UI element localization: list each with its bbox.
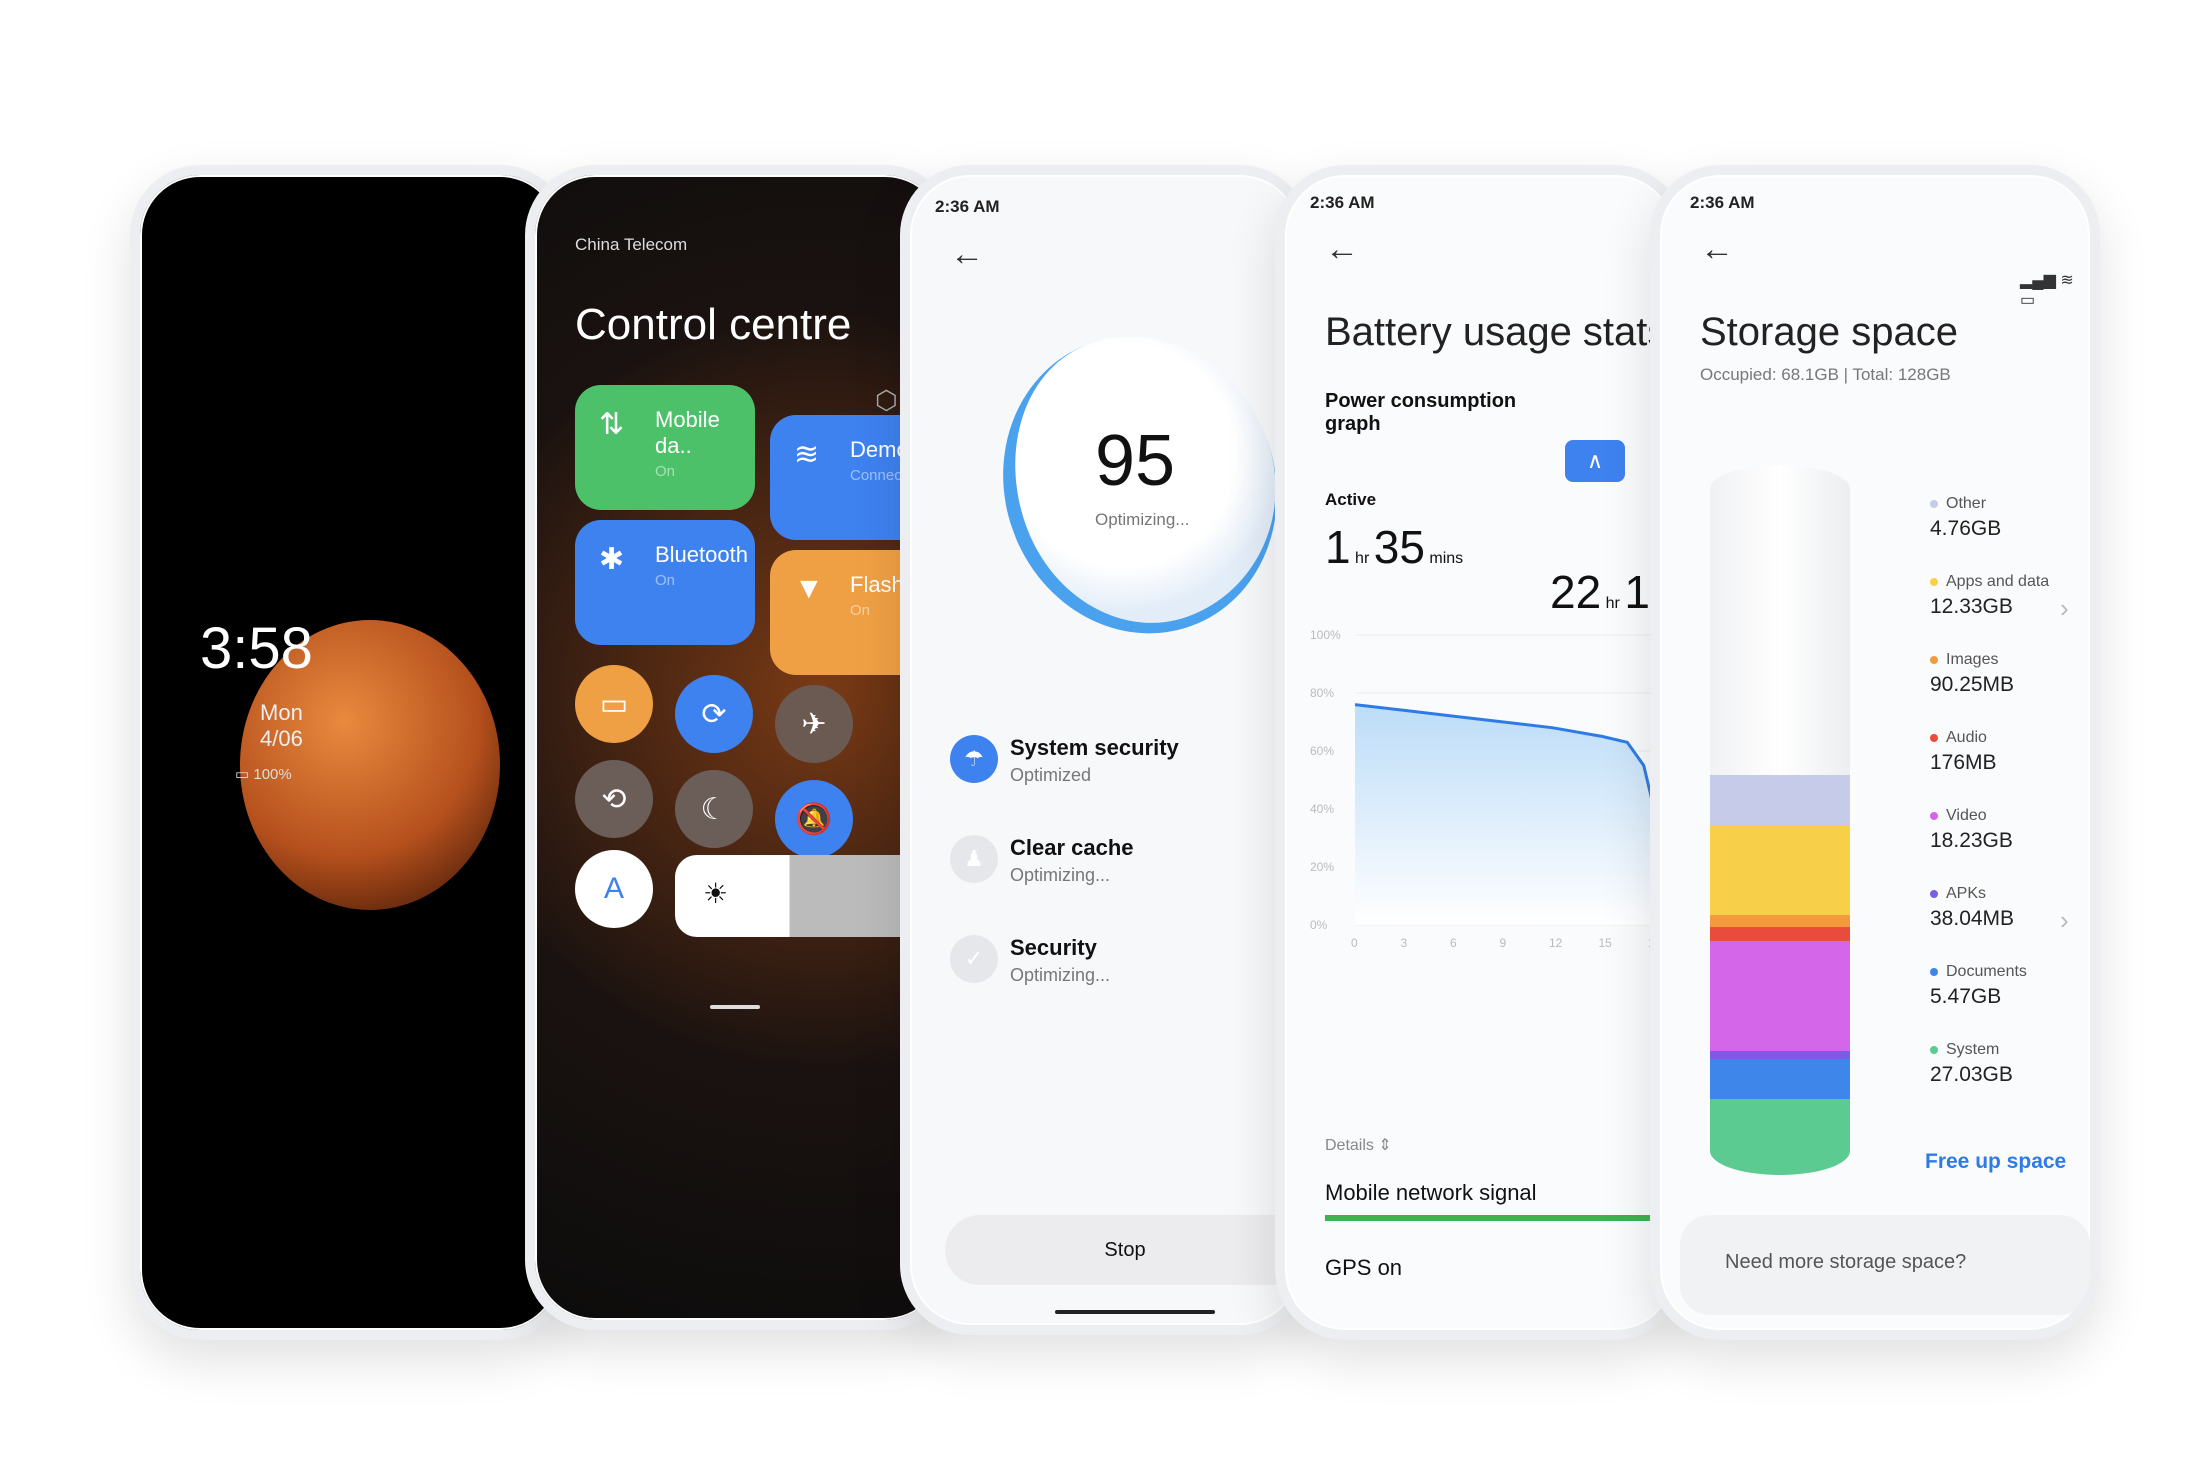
x-tick-label: 6 [1450, 936, 1457, 950]
back-arrow-icon[interactable]: ← [950, 235, 984, 274]
storage-summary: Occupied: 68.1GB | Total: 128GB [1700, 365, 1951, 384]
back-arrow-icon[interactable]: ← [1700, 230, 1734, 269]
x-tick-label: 15 [1599, 936, 1613, 950]
settings-icon[interactable]: ⬡ [875, 385, 898, 416]
sync-icon: ⟳ [701, 697, 727, 731]
battery-chart: 100%80%60%40%20%0%0369121518 [1310, 628, 1675, 950]
x-tick-label: 12 [1549, 936, 1563, 950]
storage-segment [1710, 775, 1850, 825]
storage-category-apks[interactable]: APKs 38.04MB [1930, 885, 2014, 931]
active-label: Active [1325, 490, 1377, 509]
y-tick-label: 40% [1310, 802, 1334, 816]
status-time: 2:36 AM [1310, 193, 1375, 212]
y-tick-label: 20% [1310, 860, 1334, 874]
lock-battery: 100% [253, 766, 292, 783]
lock-day: Mon [260, 700, 303, 725]
status-icons: ▂▄▆ ≋ ▭ [2020, 272, 2074, 309]
y-tick-label: 60% [1310, 744, 1334, 758]
storage-category-video[interactable]: Video 18.23GB [1930, 807, 2013, 853]
curve-icon: ∧ [1586, 448, 1604, 473]
brightness-slider[interactable]: ☀ [675, 855, 935, 937]
storage-category-system[interactable]: System 27.03GB [1930, 1041, 2013, 1087]
wifi-icon: ≋ [794, 438, 820, 471]
free-up-space-link[interactable]: Free up space [1925, 1150, 2066, 1174]
y-tick-label: 80% [1310, 686, 1334, 700]
scan-item: ✓ Security Optimizing... [950, 935, 1110, 986]
need-more-storage-banner[interactable]: Need more storage space? [1680, 1215, 2090, 1315]
storage-cylinder [1710, 465, 1850, 1175]
y-tick-label: 100% [1310, 628, 1341, 642]
page-title: Battery usage stats [1325, 310, 1668, 354]
scan-item: ♟ Clear cache Optimizing... [950, 835, 1134, 886]
signal-bar [1325, 1215, 1665, 1221]
bluetooth-icon: ✱ [599, 543, 625, 576]
storage-segment [1710, 915, 1850, 927]
security-scan-phone: 2:36 AM ← 95 Optimizing... ☂ System secur… [900, 165, 1310, 1335]
x-tick-label: 9 [1500, 936, 1507, 950]
tile-mobile-data[interactable]: ⇅ Mobile da.. On [575, 385, 755, 510]
scan-item: ☂ System security Optimized [950, 735, 1179, 786]
graph-toggle-button[interactable]: ∧ [1565, 440, 1625, 482]
sun-icon: ☀ [703, 878, 729, 909]
auto-brightness-button[interactable]: A [575, 850, 653, 928]
dark-mode-toggle[interactable]: ☾ [675, 770, 753, 848]
shield-icon: ✓ [950, 935, 998, 983]
sync-toggle[interactable]: ⟳ [675, 675, 753, 753]
y-tick-label: 0% [1310, 918, 1328, 932]
storage-category-documents[interactable]: Documents 5.47GB [1930, 963, 2027, 1009]
x-tick-label: 0 [1351, 936, 1358, 950]
lock-date: 4/06 [260, 726, 303, 751]
storage-category-audio[interactable]: Audio 176MB [1930, 729, 1997, 775]
lockscreen-phone: 3:58 Mon 4/06 ▭ 100% [130, 165, 570, 1340]
lock-time: 3:58 [200, 616, 313, 681]
score-value: 95 [1095, 421, 1176, 501]
signal-label: Mobile network signal [1325, 1180, 1537, 1205]
storage-segment [1710, 941, 1850, 1051]
storage-segment [1710, 1051, 1850, 1059]
x-tick-label: 3 [1401, 936, 1408, 950]
control-centre-title: Control centre [575, 300, 852, 349]
umbrella-icon: ☂ [950, 735, 998, 783]
moon-icon: ☾ [700, 792, 728, 826]
storage-category-apps-and-data[interactable]: Apps and data 12.33GB [1930, 573, 2049, 619]
storage-segment [1710, 927, 1850, 941]
storage-category-other[interactable]: Other 4.76GB [1930, 495, 2001, 541]
silent-toggle[interactable]: 🔕 [775, 780, 853, 858]
flashlight-icon: ▼ [794, 572, 824, 605]
battery-icon: ▭ [235, 766, 250, 783]
airplane-icon: ✈ [801, 707, 827, 741]
battery-phone: 2:36 AM ← Battery usage stats Power cons… [1275, 165, 1685, 1340]
status-time: 2:36 AM [935, 197, 1000, 216]
details-toggle[interactable]: Details ⇕ [1325, 1135, 1392, 1155]
tile-bluetooth[interactable]: ✱ Bluetooth On [575, 520, 755, 645]
control-centre-phone: China Telecom Control centre ⬡ ⇅ Mobile d… [525, 165, 955, 1330]
score-status: Optimizing... [1095, 510, 1190, 529]
bell-off-icon: 🔕 [795, 802, 833, 836]
airplane-toggle[interactable]: ✈ [775, 685, 853, 763]
storage-segment [1710, 825, 1850, 915]
back-arrow-icon[interactable]: ← [1325, 230, 1359, 269]
storage-category-images[interactable]: Images 90.25MB [1930, 651, 2014, 697]
broom-icon: ♟ [950, 835, 998, 883]
active-time: 1 hr 35 mins [1325, 521, 1464, 573]
battery-saver-toggle[interactable]: ▭ [575, 665, 653, 743]
carrier-label: China Telecom [575, 235, 688, 254]
gps-label: GPS on [1325, 1255, 1403, 1280]
stop-button[interactable]: Stop [945, 1215, 1300, 1285]
storage-segment [1710, 1059, 1850, 1099]
chevron-right-icon[interactable]: › [2060, 905, 2069, 936]
graph-label: Power consumption graph [1325, 390, 1517, 435]
page-title: Storage space [1700, 310, 1958, 354]
storage-segment [1710, 1099, 1850, 1175]
status-time: 2:36 AM [1690, 193, 1755, 212]
rotation-lock-toggle[interactable]: ⟲ [575, 760, 653, 838]
mobile-data-icon: ⇅ [599, 408, 625, 441]
home-indicator [710, 1005, 760, 1009]
chevron-right-icon[interactable]: › [2060, 593, 2069, 624]
storage-phone: 2:36 AM ← ▂▄▆ ≋ ▭ Storage space Occupied… [1650, 165, 2100, 1340]
home-indicator [1055, 1310, 1215, 1314]
rotation-lock-icon: ⟲ [601, 782, 627, 816]
battery-saver-icon: ▭ [599, 687, 629, 721]
